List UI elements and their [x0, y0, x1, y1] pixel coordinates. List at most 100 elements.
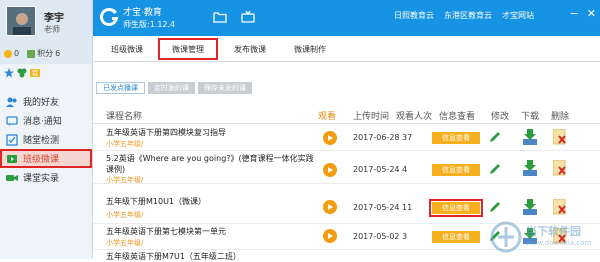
subtab-saved-unpublished[interactable]: 保存未发的课 — [198, 82, 252, 94]
header-edit: 修改 — [491, 112, 510, 122]
download-icon[interactable] — [523, 199, 537, 215]
record-icon — [6, 174, 18, 181]
title-bar: 才宝·教育 师生版:1.12.4 日照教育云 东港区教育云 才宝网站 − ✕ — [93, 0, 600, 36]
course-title: 5.2英语《Where are you going?》(德育课程一体化实践课例) — [106, 154, 314, 174]
upload-date: 2017-05-24 — [353, 165, 400, 174]
tv-icon[interactable] — [241, 10, 255, 24]
delete-icon[interactable] — [553, 199, 567, 215]
folder-icon[interactable] — [213, 10, 227, 24]
sidebar-item-microlesson[interactable]: 班级微课 — [0, 149, 92, 168]
tab-class-microlesson[interactable]: 班级微课 — [103, 39, 151, 59]
window-controls: − ✕ — [570, 8, 596, 20]
tab-microlesson-management[interactable]: 微课管理 — [158, 38, 218, 60]
official-icon[interactable]: 官 — [30, 68, 40, 78]
sidebar-item-label: 我的好友 — [23, 98, 60, 108]
app-logo-icon — [100, 8, 118, 26]
info-view-button[interactable]: 信息查看 — [432, 132, 480, 144]
course-title: 五年级英语下册第四模块复习指导 — [106, 128, 226, 137]
sidebar-item-label: 消息·通知 — [23, 117, 62, 127]
main-tabs: 班级微课 微课管理 发布微课 微课制作 — [93, 36, 600, 62]
view-count: 37 — [402, 133, 413, 142]
header-viewers: 观看人次 — [396, 112, 433, 122]
sidebar-item-label: 随堂检测 — [23, 136, 60, 146]
table-row: 5.2英语《Where are you going?》(德育课程一体化实践课例)… — [93, 151, 600, 184]
view-count: 4 — [402, 165, 408, 174]
info-view-button[interactable]: 信息查看 — [432, 164, 480, 176]
course-grade: 小学五年级/ — [106, 140, 144, 148]
course-title: 五年级英语下册第七模块第一单元 — [106, 227, 226, 236]
upload-date: 2017-05-02 — [353, 232, 400, 241]
svg-text:官: 官 — [32, 69, 39, 78]
tab-make-microlesson[interactable]: 微课制作 — [286, 39, 334, 59]
edit-icon[interactable] — [489, 201, 501, 213]
sidebar: 李宇 老师 0 积分 6 官 我的好友 消息·通知 随堂检测 班级微课 课堂实录 — [0, 0, 93, 259]
sidebar-item-label: 班级微课 — [23, 155, 60, 165]
sidebar-item-label: 课堂实录 — [23, 174, 60, 184]
app-version: 师生版:1.12.4 — [123, 20, 176, 29]
watermark-text: 当下软件园 — [526, 225, 581, 238]
link-rizhao-edu-cloud[interactable]: 日照教育云 — [394, 10, 434, 21]
watermark-url: www.downxia.com — [526, 239, 592, 247]
quiz-icon — [6, 133, 18, 146]
header-watch: 观看 — [318, 112, 337, 122]
edit-icon[interactable] — [489, 131, 501, 143]
user-stats: 0 积分 6 — [4, 48, 90, 59]
sidebar-item-friends[interactable]: 我的好友 — [0, 92, 92, 111]
app-name: 才宝·教育 — [123, 8, 162, 18]
view-count: 3 — [402, 232, 408, 241]
play-icon[interactable] — [323, 229, 337, 243]
watermark: 当下软件园 www.downxia.com — [486, 219, 596, 255]
link-donggang-edu-cloud[interactable]: 东港区教育云 — [444, 10, 492, 21]
user-name: 李宇 — [44, 13, 64, 24]
delete-icon[interactable] — [553, 160, 567, 176]
upload-date: 2017-06-28 — [353, 133, 400, 142]
table-header: 课程名称 观看 上传时间 观看人次 信息查看 修改 下载 删除 — [93, 106, 600, 124]
play-icon[interactable] — [323, 131, 337, 145]
microlesson-icon — [7, 154, 17, 163]
info-view-button[interactable]: 信息查看 — [429, 199, 483, 217]
header-download: 下载 — [521, 112, 540, 122]
friends-icon — [6, 97, 17, 107]
course-title: 五年级下册M10U1（微课） — [106, 197, 207, 206]
course-grade: 小学五年级/ — [106, 176, 144, 184]
course-title: 五年级英语下册M7U1（五年级二班） — [106, 252, 241, 261]
top-links: 日照教育云 东港区教育云 才宝网站 — [394, 10, 534, 21]
points-icon — [27, 49, 36, 58]
points-label: 积分 — [37, 49, 54, 58]
sidebar-item-messages[interactable]: 消息·通知 — [0, 111, 92, 130]
edit-icon[interactable] — [489, 163, 501, 175]
info-view-button[interactable]: 信息查看 — [432, 231, 480, 243]
message-icon — [6, 115, 18, 126]
delete-icon[interactable] — [553, 129, 567, 145]
subtab-published-vod[interactable]: 已发点播课 — [96, 82, 145, 94]
avatar[interactable] — [6, 6, 36, 36]
course-grade: 小学五年级/ — [106, 239, 144, 247]
link-caibao-site[interactable]: 才宝网站 — [502, 10, 534, 21]
play-icon[interactable] — [323, 200, 337, 214]
header-course-name: 课程名称 — [106, 112, 143, 122]
course-grade: 小学五年级/ — [106, 211, 144, 219]
points-count: 6 — [55, 49, 61, 58]
download-icon[interactable] — [523, 129, 537, 145]
sidebar-nav: 我的好友 消息·通知 随堂检测 班级微课 课堂实录 — [0, 92, 92, 187]
download-icon[interactable] — [523, 160, 537, 176]
coin-icon — [4, 49, 12, 58]
coin-count: 0 — [14, 49, 20, 58]
minimize-button[interactable]: − — [570, 8, 579, 20]
table-row: 五年级英语下册第四模块复习指导 小学五年级/ 2017-06-28 37 信息查… — [93, 125, 600, 151]
close-button[interactable]: ✕ — [587, 8, 596, 20]
tab-publish-microlesson[interactable]: 发布微课 — [226, 39, 274, 59]
subtab-scheduled[interactable]: 定时发的课 — [148, 82, 195, 94]
user-profile: 李宇 老师 0 积分 6 — [0, 0, 92, 64]
star-icon[interactable] — [4, 68, 14, 78]
upload-date: 2017-05-24 — [353, 203, 400, 212]
sidebar-item-record[interactable]: 课堂实录 — [0, 168, 92, 187]
header-delete: 删除 — [551, 112, 570, 122]
user-role: 老师 — [44, 25, 60, 34]
header-info: 信息查看 — [439, 112, 476, 122]
watermark-logo-icon — [490, 221, 522, 253]
sidebar-item-quiz[interactable]: 随堂检测 — [0, 130, 92, 149]
header-upload-time: 上传时间 — [353, 112, 390, 122]
play-icon[interactable] — [323, 163, 337, 177]
clover-icon[interactable] — [17, 68, 27, 78]
